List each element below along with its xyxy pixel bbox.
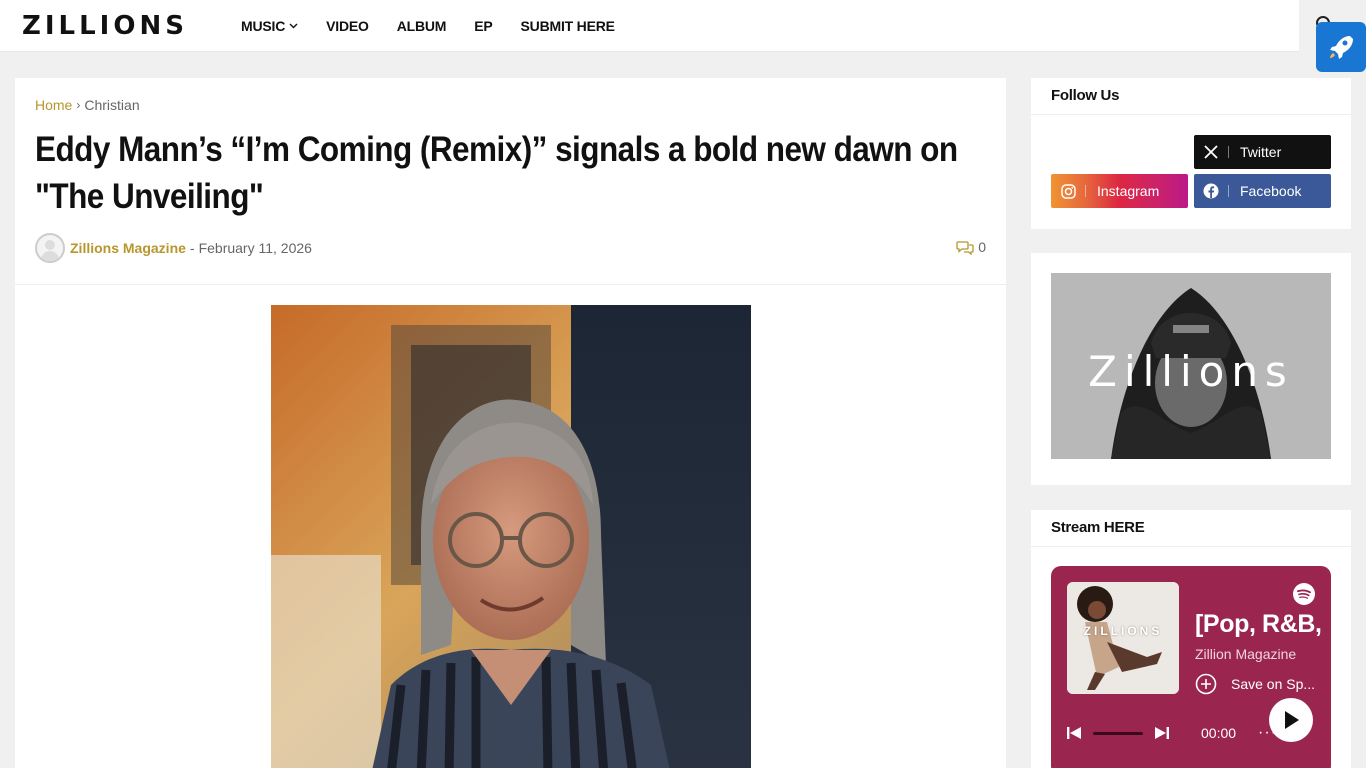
instagram-button[interactable]: Instagram (1051, 174, 1188, 208)
playlist-title[interactable]: [Pop, R&B, (1195, 610, 1322, 639)
player-controls: 00:00 ··· (1067, 724, 1277, 742)
twitter-button[interactable]: Twitter (1194, 135, 1331, 169)
meta-separator: - (189, 240, 195, 256)
save-on-spotify-button[interactable]: Save on Sp... (1195, 673, 1315, 695)
comments-link[interactable]: 0 (956, 239, 986, 255)
previous-track-icon[interactable] (1067, 726, 1081, 740)
instagram-label: Instagram (1097, 183, 1160, 199)
separator (1228, 185, 1229, 197)
chevron-down-icon (289, 23, 298, 29)
author-avatar[interactable] (35, 233, 65, 263)
divider (1031, 546, 1351, 547)
playlist-cover[interactable]: ZILLIONS (1067, 582, 1179, 694)
stream-widget: Stream HERE ZILLIONS [Pop, R&B, Zillion … (1031, 510, 1351, 768)
save-label: Save on Sp... (1231, 676, 1316, 692)
article-title: Eddy Mann’s “I’m Coming (Remix)” signals… (35, 130, 958, 216)
rocket-icon (1330, 36, 1353, 59)
separator (1085, 185, 1086, 197)
breadcrumb-category[interactable]: Christian (84, 97, 139, 113)
progress-bar[interactable] (1093, 731, 1143, 735)
banner-widget: Zillions (1031, 253, 1351, 485)
play-button[interactable] (1269, 698, 1313, 742)
facebook-label: Facebook (1240, 183, 1302, 199)
nav-item-video[interactable]: VIDEO (326, 18, 369, 34)
playlist-owner[interactable]: Zillion Magazine (1195, 646, 1296, 662)
nav-label: MUSIC (241, 18, 286, 34)
nav-item-music[interactable]: MUSIC (241, 18, 298, 34)
banner-text: Zillions (1088, 347, 1294, 396)
site-header: ZILLIONS MUSIC VIDEO ALBUM EP SUBMIT HER… (0, 0, 1299, 52)
publish-date: February 11, 2026 (198, 240, 312, 256)
breadcrumb-separator: › (76, 98, 81, 112)
site-logo[interactable]: ZILLIONS (22, 12, 188, 40)
comments-icon (956, 240, 974, 255)
article-hero-image (271, 305, 751, 768)
nav-item-ep[interactable]: EP (474, 18, 492, 34)
main-nav: MUSIC VIDEO ALBUM EP SUBMIT HERE (241, 0, 643, 52)
article-meta: Zillions Magazine - February 11, 2026 (35, 233, 312, 263)
facebook-icon (1194, 183, 1228, 199)
facebook-button[interactable]: Facebook (1194, 174, 1331, 208)
play-icon (1285, 711, 1299, 729)
separator (1228, 146, 1229, 158)
instagram-icon (1051, 183, 1085, 199)
rocket-button[interactable] (1316, 22, 1366, 72)
follow-us-widget: Follow Us Twitter Instagram Facebook (1031, 78, 1351, 229)
twitter-label: Twitter (1240, 144, 1282, 160)
playback-time: 00:00 (1201, 725, 1237, 741)
stream-heading: Stream HERE (1051, 519, 1145, 536)
nav-item-album[interactable]: ALBUM (397, 18, 447, 34)
follow-us-heading: Follow Us (1051, 87, 1120, 104)
x-twitter-icon (1194, 145, 1228, 159)
breadcrumb-home[interactable]: Home (35, 97, 72, 113)
spotify-icon[interactable] (1293, 583, 1315, 605)
article-card: Home › Christian Eddy Mann’s “I’m Coming… (15, 78, 1006, 768)
zillions-banner[interactable]: Zillions (1051, 273, 1331, 459)
breadcrumb: Home › Christian (35, 97, 140, 113)
add-circle-icon (1195, 673, 1217, 695)
divider (15, 284, 1006, 285)
cover-text: ZILLIONS (1083, 624, 1163, 638)
author-link[interactable]: Zillions Magazine (70, 240, 186, 256)
nav-item-submit-here[interactable]: SUBMIT HERE (521, 18, 615, 34)
next-track-icon[interactable] (1155, 726, 1169, 740)
divider (1031, 114, 1351, 115)
comments-count: 0 (978, 239, 986, 255)
spotify-embed: ZILLIONS [Pop, R&B, Zillion Magazine Sav… (1051, 566, 1331, 768)
